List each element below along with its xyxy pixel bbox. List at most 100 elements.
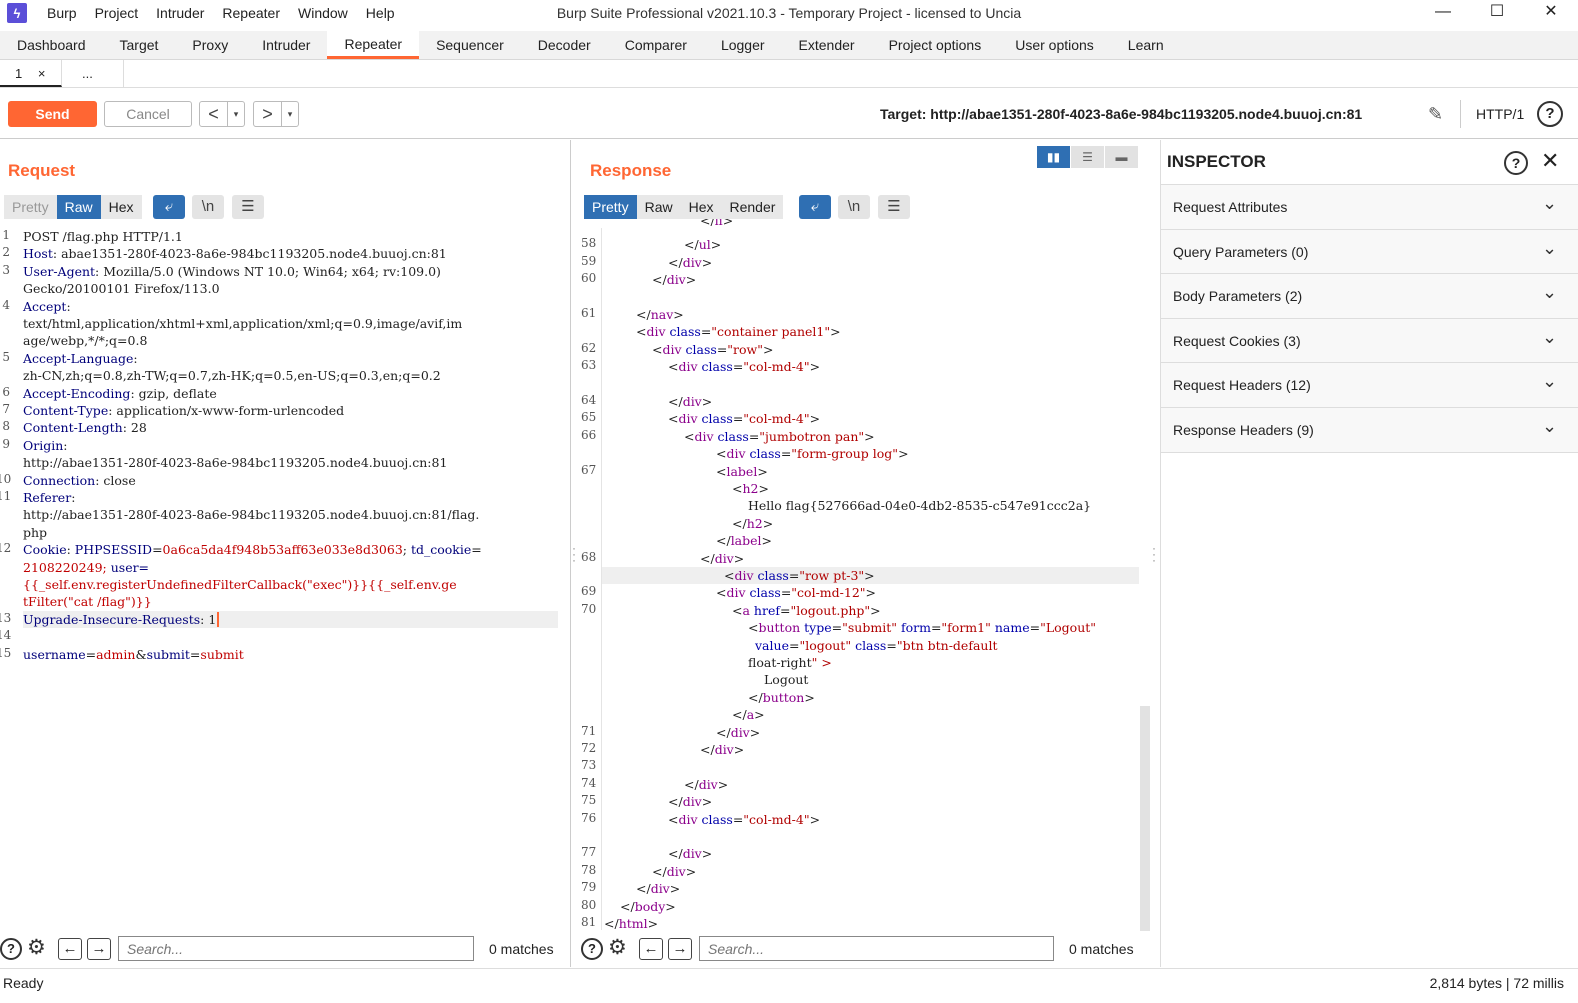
new-tab-button[interactable]: ... [62, 60, 124, 87]
inspector-section-body-parameters[interactable]: Body Parameters (2) ⌄ [1161, 273, 1578, 319]
menu-icon[interactable]: ☰ [878, 195, 910, 219]
inspector-section-response-headers[interactable]: Response Headers (9) ⌄ [1161, 407, 1578, 452]
response-markup: <div class="jumbotron pan"> [684, 428, 875, 444]
tab-proxy[interactable]: Proxy [175, 31, 245, 59]
inspector-divider [1161, 451, 1578, 453]
menu-item-burp[interactable]: Burp [38, 0, 86, 26]
next-match-icon[interactable]: → [668, 938, 692, 960]
menu-icon[interactable]: ☰ [232, 195, 264, 219]
newline-icon[interactable]: \n [838, 195, 870, 219]
chevron-down-icon[interactable]: ⌄ [1542, 193, 1557, 214]
tab-extender[interactable]: Extender [782, 31, 872, 59]
next-match-icon[interactable]: → [87, 938, 111, 960]
tab-project-options[interactable]: Project options [872, 31, 999, 59]
newline-icon[interactable]: \n [192, 195, 224, 219]
forward-button[interactable]: > ▾ [253, 101, 299, 127]
tab-comparer[interactable]: Comparer [608, 31, 704, 59]
edit-target-icon[interactable]: ✎ [1428, 104, 1443, 125]
help-icon[interactable]: ? [581, 938, 603, 960]
inspector-section-query-parameters[interactable]: Query Parameters (0) ⌄ [1161, 228, 1578, 274]
minimize-icon[interactable]: — [1416, 0, 1470, 26]
http-version-toggle[interactable]: HTTP/1 [1476, 106, 1524, 122]
close-tab-icon[interactable]: × [38, 66, 46, 81]
response-markup: </div> [652, 863, 697, 879]
tab-learn[interactable]: Learn [1111, 31, 1181, 59]
response-line: </div> [668, 254, 712, 271]
line-text: http://abae1351-280f-4023-8a6e-984bc1193… [23, 455, 448, 471]
line-number: 9 [2, 436, 10, 451]
splitter-handle[interactable]: · · · [1152, 542, 1156, 566]
gear-icon[interactable]: ⚙ [608, 937, 627, 959]
back-button[interactable]: < ▾ [199, 101, 245, 127]
previous-match-icon[interactable]: ← [639, 938, 663, 960]
line-text: php [23, 524, 48, 540]
tab-target[interactable]: Target [103, 31, 176, 59]
gear-icon[interactable]: ⚙ [27, 937, 46, 959]
dropdown-icon[interactable]: ▾ [228, 109, 244, 120]
chevron-down-icon[interactable]: ⌄ [1542, 416, 1557, 437]
response-markup: </div> [668, 846, 713, 862]
response-line: </li> [700, 219, 733, 229]
menu-item-project[interactable]: Project [86, 0, 148, 26]
tab-logger[interactable]: Logger [704, 31, 782, 59]
response-markup: </div> [716, 724, 761, 740]
line-number: 70 [581, 601, 597, 616]
response-line: </div> [652, 271, 696, 288]
tab-hex[interactable]: Hex [101, 195, 142, 219]
burp-logo-icon: ϟ [7, 3, 27, 23]
response-search-bar: ? ⚙ ← → 0 matches [579, 936, 1159, 964]
cancel-button[interactable]: Cancel [104, 101, 192, 127]
repeater-tab-1[interactable]: 1 × [0, 60, 62, 87]
chevron-down-icon[interactable]: ⌄ [1542, 327, 1557, 348]
tab-dashboard[interactable]: Dashboard [0, 31, 103, 59]
search-input[interactable] [118, 936, 474, 961]
tab-decoder[interactable]: Decoder [521, 31, 608, 59]
send-button[interactable]: Send [8, 101, 97, 127]
tab-sequencer[interactable]: Sequencer [419, 31, 521, 59]
close-icon[interactable]: ✕ [1541, 148, 1559, 174]
chevron-down-icon[interactable]: ⌄ [1542, 238, 1557, 259]
tab-render[interactable]: Render [722, 195, 784, 219]
response-markup: <h2> [732, 481, 769, 496]
layout-side-by-side-icon[interactable]: ▮▮ [1037, 146, 1070, 168]
menu-item-help[interactable]: Help [357, 0, 404, 26]
line-number: 4 [2, 297, 10, 312]
response-scrollbar[interactable] [1140, 706, 1150, 931]
tab-intruder[interactable]: Intruder [245, 31, 327, 59]
tab-pretty[interactable]: Pretty [584, 195, 637, 219]
response-markup: </h2> [732, 515, 774, 531]
help-icon[interactable]: ? [0, 938, 22, 960]
menu-item-intruder[interactable]: Intruder [147, 0, 213, 26]
chevron-down-icon[interactable]: ⌄ [1542, 371, 1557, 392]
menu-item-repeater[interactable]: Repeater [213, 0, 289, 26]
search-input[interactable] [699, 936, 1054, 961]
maximize-icon[interactable]: ☐ [1470, 0, 1524, 26]
tab-repeater[interactable]: Repeater [327, 31, 420, 59]
response-editor[interactable]: </li> 58 </ul> 59 </div> 60 </div> 61 </nav> <div… [575, 219, 1140, 931]
menu-item-window[interactable]: Window [289, 0, 357, 26]
request-line: Content-Length: 28 [23, 420, 147, 436]
inspector-section-request-cookies[interactable]: Request Cookies (3) ⌄ [1161, 317, 1578, 363]
tab-pretty[interactable]: Pretty [4, 195, 57, 219]
close-icon[interactable]: ✕ [1524, 0, 1578, 26]
wrap-lines-icon[interactable]: ⤶ [153, 195, 185, 219]
previous-match-icon[interactable]: ← [58, 938, 82, 960]
tab-raw[interactable]: Raw [56, 195, 101, 219]
tab-raw[interactable]: Raw [637, 195, 681, 219]
title-bar: ϟ Burp Project Intruder Repeater Window Help … [0, 0, 1578, 26]
layout-tabs-icon[interactable]: ▬ [1105, 146, 1138, 168]
request-editor[interactable]: 1 POST /flag.php HTTP/1.1 2 Host: abae1351-… [0, 228, 560, 928]
layout-top-bottom-icon[interactable]: ☰ [1071, 146, 1104, 168]
inspector-section-request-headers[interactable]: Request Headers (12) ⌄ [1161, 362, 1578, 408]
dropdown-icon[interactable]: ▾ [282, 109, 298, 120]
help-icon[interactable]: ? [1537, 101, 1563, 127]
help-icon[interactable]: ? [1504, 151, 1528, 175]
wrap-lines-icon[interactable]: ⤶ [799, 195, 831, 219]
tab-user-options[interactable]: User options [998, 31, 1111, 59]
chevron-down-icon[interactable]: ⌄ [1542, 282, 1557, 303]
response-markup: <div class="col-md-4"> [668, 411, 821, 427]
response-line: </a> [732, 706, 765, 723]
tab-hex[interactable]: Hex [681, 195, 722, 219]
inspector-section-request-attributes[interactable]: Request Attributes ⌄ [1161, 184, 1578, 229]
response-markup: </body> [620, 898, 676, 914]
